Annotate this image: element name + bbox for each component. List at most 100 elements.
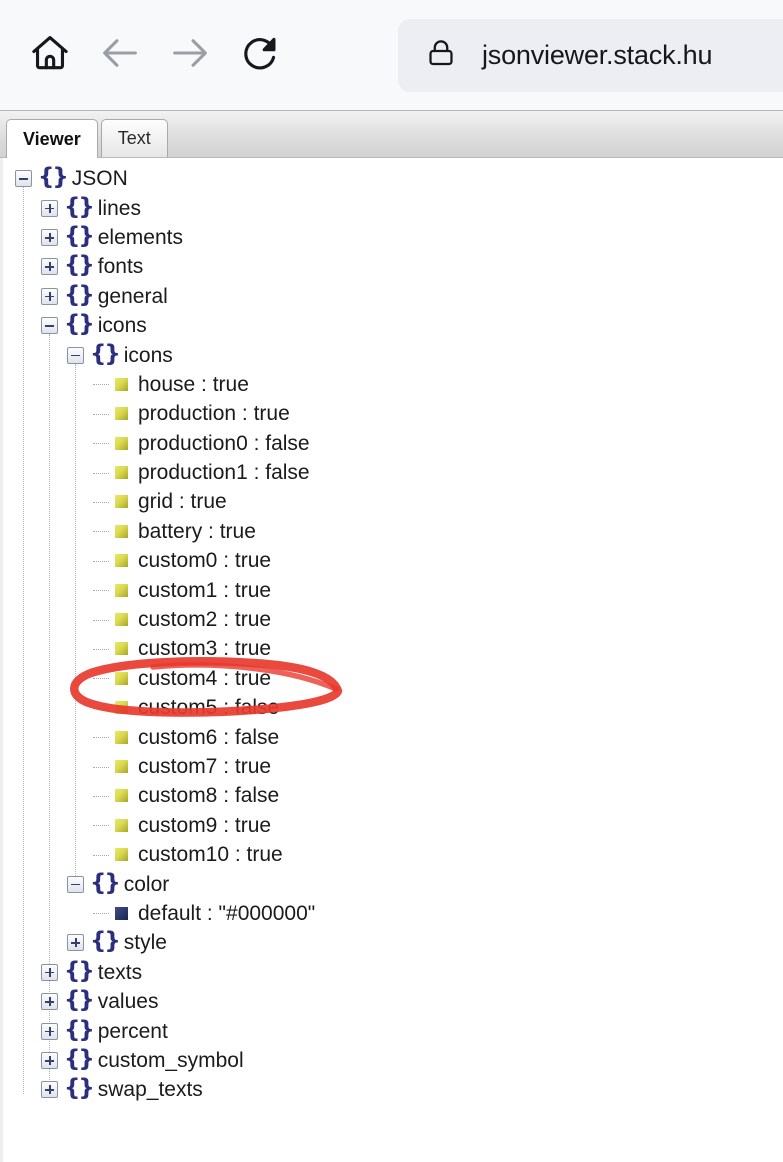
tree-row-label: lines	[97, 196, 141, 220]
tree-row[interactable]: {} lines	[3, 193, 783, 222]
home-icon	[28, 31, 72, 80]
json-tree-viewer[interactable]: {} JSON{} lines{} elements{} fonts{} general{…	[0, 158, 783, 1162]
forward-button[interactable]	[162, 27, 218, 83]
expand-icon[interactable]	[41, 1051, 58, 1069]
reload-icon	[238, 31, 282, 80]
tree-row[interactable]: production : true	[3, 399, 783, 428]
tree-connector	[93, 619, 109, 621]
tree-row[interactable]: custom9 : true	[3, 811, 783, 840]
tree-row[interactable]: {} color	[3, 869, 783, 898]
tree-connector	[93, 795, 109, 797]
tree-connector	[93, 501, 109, 503]
tree-row[interactable]: {} elements	[3, 223, 783, 252]
tree-row[interactable]: custom4 : true	[3, 664, 783, 693]
tree-row-label: JSON	[71, 167, 128, 191]
collapse-icon[interactable]	[41, 317, 58, 335]
tree-row[interactable]: house : true	[3, 370, 783, 399]
collapse-icon[interactable]	[15, 170, 32, 188]
boolean-value-icon	[115, 642, 128, 656]
tree-row[interactable]: {} percent	[3, 1016, 783, 1045]
tree-row[interactable]: grid : true	[3, 487, 783, 516]
tree-row[interactable]: custom7 : true	[3, 752, 783, 781]
json-tree: {} JSON{} lines{} elements{} fonts{} general{…	[3, 158, 783, 1105]
tree-row[interactable]: custom8 : false	[3, 781, 783, 810]
tree-row[interactable]: battery : true	[3, 517, 783, 546]
tree-row[interactable]: {} swap_texts	[3, 1075, 783, 1104]
tree-row[interactable]: production0 : false	[3, 429, 783, 458]
tree-row-label: style	[123, 931, 167, 955]
tree-row-label: custom3 : true	[138, 637, 272, 661]
tree-row-label: icons	[97, 314, 147, 338]
tree-connector	[93, 737, 109, 739]
expand-icon[interactable]	[67, 934, 84, 952]
object-braces-icon: {}	[64, 987, 95, 1014]
tree-row-label: swap_texts	[97, 1078, 203, 1102]
expand-icon[interactable]	[41, 258, 58, 276]
tree-connector	[93, 472, 109, 474]
tree-row-label: general	[97, 284, 168, 308]
tree-row-label: color	[123, 872, 170, 896]
tree-row-label: production : true	[138, 402, 290, 426]
expand-icon[interactable]	[41, 199, 58, 217]
tree-row[interactable]: custom10 : true	[3, 840, 783, 869]
tree-row-label: grid : true	[138, 490, 227, 514]
expand-icon[interactable]	[41, 228, 58, 246]
tree-row-label: custom2 : true	[138, 608, 272, 632]
boolean-value-icon	[115, 730, 128, 744]
tree-row-label: custom4 : true	[138, 666, 272, 690]
tree-connector	[93, 590, 109, 592]
tree-row[interactable]: custom2 : true	[3, 605, 783, 634]
boolean-value-icon	[115, 495, 128, 509]
tree-row-label: icons	[123, 343, 173, 367]
tree-row[interactable]: {} general	[3, 282, 783, 311]
tree-row[interactable]: {} style	[3, 928, 783, 957]
tree-row[interactable]: custom0 : true	[3, 546, 783, 575]
tree-row[interactable]: custom6 : false	[3, 722, 783, 751]
object-braces-icon: {}	[90, 340, 121, 367]
tree-row[interactable]: {} texts	[3, 958, 783, 987]
forward-arrow-icon	[167, 30, 213, 81]
tree-row[interactable]: {} icons	[3, 340, 783, 369]
tree-row-label: custom8 : false	[138, 784, 280, 808]
expand-icon[interactable]	[41, 1081, 58, 1099]
tree-row[interactable]: custom1 : true	[3, 575, 783, 604]
boolean-value-icon	[115, 377, 128, 391]
tree-row[interactable]: {} values	[3, 987, 783, 1016]
browser-page: jsonviewer.stack.hu Viewer Text {} JSON{}…	[0, 0, 783, 1162]
tree-row[interactable]: default : "#000000"	[3, 899, 783, 928]
tree-row[interactable]: custom3 : true	[3, 634, 783, 663]
tree-row-label: custom7 : true	[138, 755, 272, 778]
tab-viewer[interactable]: Viewer	[6, 119, 98, 158]
address-bar[interactable]: jsonviewer.stack.hu	[398, 19, 783, 92]
collapse-icon[interactable]	[67, 346, 84, 364]
tree-connector	[93, 854, 109, 856]
object-braces-icon: {}	[64, 193, 95, 220]
tree-row[interactable]: custom5 : false	[3, 693, 783, 722]
collapse-icon[interactable]	[67, 875, 84, 893]
expand-icon[interactable]	[41, 963, 58, 981]
tree-row-label: elements	[97, 225, 183, 249]
boolean-value-icon	[115, 613, 128, 627]
tree-row[interactable]: {} icons	[3, 311, 783, 340]
expand-icon[interactable]	[41, 1022, 58, 1040]
tree-row-label: values	[97, 990, 159, 1014]
tree-row-label: texts	[97, 960, 143, 984]
object-braces-icon: {}	[64, 1045, 95, 1072]
reload-button[interactable]	[232, 27, 288, 83]
tree-row[interactable]: production1 : false	[3, 458, 783, 487]
tree-row[interactable]: {} JSON	[3, 164, 783, 193]
object-braces-icon: {}	[90, 869, 121, 896]
tree-connector	[93, 413, 109, 415]
object-braces-icon: {}	[64, 1016, 95, 1043]
tree-row[interactable]: {} custom_symbol	[3, 1046, 783, 1075]
string-value-icon	[115, 906, 128, 920]
expand-icon[interactable]	[41, 993, 58, 1011]
tree-row-label: custom5 : false	[138, 696, 280, 720]
tab-text-label: Text	[117, 128, 151, 148]
tree-row[interactable]: {} fonts	[3, 252, 783, 281]
expand-icon[interactable]	[41, 287, 58, 305]
boolean-value-icon	[115, 818, 128, 832]
tab-text[interactable]: Text	[100, 119, 168, 157]
home-button[interactable]	[22, 27, 78, 83]
back-button[interactable]	[92, 27, 148, 83]
